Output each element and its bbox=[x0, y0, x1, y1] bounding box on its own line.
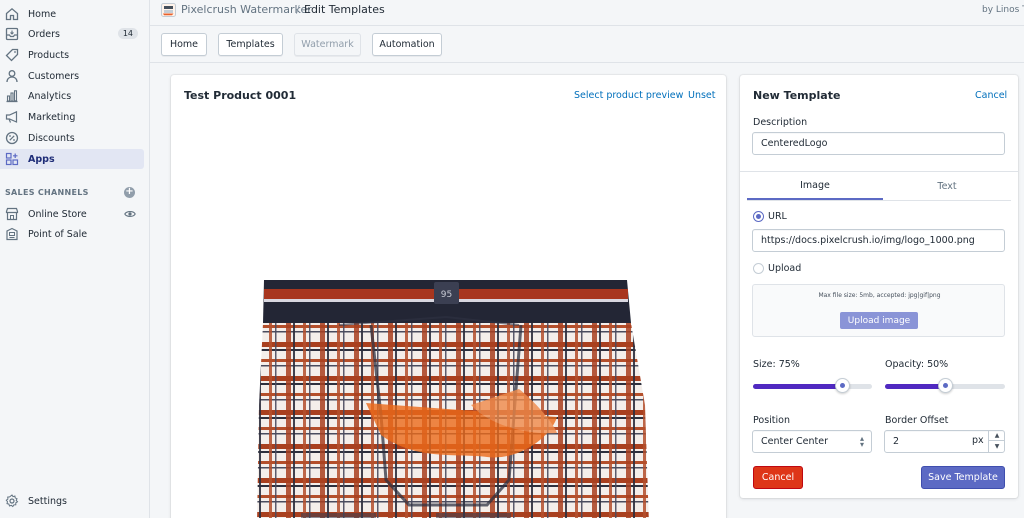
sidebar-item-orders[interactable]: Orders 14 bbox=[0, 24, 144, 44]
sidebar-item-products[interactable]: Products bbox=[0, 45, 144, 65]
tab-home[interactable]: Home bbox=[161, 33, 207, 56]
tag-icon bbox=[4, 48, 19, 63]
stepper-up-icon[interactable]: ▲ bbox=[989, 430, 1005, 441]
sidebar-item-label: Point of Sale bbox=[28, 228, 88, 240]
divider bbox=[150, 62, 1024, 63]
position-select-value: Center Center bbox=[761, 436, 828, 447]
sidebar-item-discounts[interactable]: Discounts bbox=[0, 128, 144, 148]
sidebar-item-label: Analytics bbox=[28, 90, 72, 102]
sidebar-item-label: Marketing bbox=[28, 111, 76, 123]
border-offset-unit: px bbox=[972, 435, 984, 446]
border-offset-label: Border Offset bbox=[885, 415, 949, 426]
sidebar-item-point-of-sale[interactable]: Point of Sale bbox=[0, 224, 144, 244]
gear-icon bbox=[4, 494, 19, 509]
description-input[interactable] bbox=[752, 132, 1005, 155]
border-offset-input[interactable] bbox=[884, 430, 1005, 453]
divider bbox=[747, 200, 1011, 201]
form-title: New Template bbox=[753, 89, 841, 102]
product-preview-image: 95 bbox=[257, 280, 649, 518]
person-icon bbox=[4, 69, 19, 84]
sidebar-item-analytics[interactable]: Analytics bbox=[0, 86, 144, 106]
pixelcrush-logo-icon bbox=[161, 3, 176, 17]
upload-radio[interactable] bbox=[753, 263, 764, 274]
breadcrumb-separator: / bbox=[296, 3, 300, 16]
home-icon bbox=[4, 7, 19, 22]
sidebar-item-apps[interactable]: Apps bbox=[0, 149, 144, 169]
position-label: Position bbox=[753, 415, 790, 426]
sidebar-item-label: Settings bbox=[28, 495, 67, 507]
opacity-label: Opacity: 50% bbox=[885, 359, 949, 370]
sidebar-item-online-store[interactable]: Online Store bbox=[0, 204, 144, 224]
upload-dropzone[interactable]: Max file size: 5mb, accepted: jpg|gif|pn… bbox=[752, 284, 1005, 337]
discount-icon bbox=[4, 131, 19, 146]
breadcrumb-app-name[interactable]: Pixelcrush Watermarker bbox=[181, 3, 312, 16]
slider-thumb[interactable] bbox=[835, 378, 851, 393]
sidebar-item-label: Online Store bbox=[28, 208, 87, 220]
apps-icon bbox=[4, 152, 19, 167]
url-radio[interactable] bbox=[753, 211, 764, 222]
sidebar-item-label: Home bbox=[28, 8, 57, 20]
sidebar-item-marketing[interactable]: Marketing bbox=[0, 107, 144, 127]
stepper-down-icon[interactable]: ▼ bbox=[989, 441, 1005, 452]
upload-image-button[interactable]: Upload image bbox=[840, 312, 918, 329]
upload-label: Upload bbox=[768, 263, 802, 274]
cancel-button[interactable]: Cancel bbox=[753, 466, 803, 489]
sidebar: Home Orders 14 Products Customers Analyt… bbox=[0, 0, 150, 518]
orders-count-badge: 14 bbox=[117, 28, 138, 39]
size-label: Size: 75% bbox=[753, 359, 800, 370]
slider-fill bbox=[753, 384, 843, 389]
slider-thumb[interactable] bbox=[938, 378, 953, 393]
sidebar-item-customers[interactable]: Customers bbox=[0, 66, 144, 86]
unset-preview-link[interactable]: Unset bbox=[688, 90, 716, 101]
divider bbox=[740, 171, 1018, 172]
preview-title: Test Product 0001 bbox=[184, 89, 297, 102]
eye-icon[interactable] bbox=[124, 209, 136, 219]
developer-byline: by Linos T bbox=[982, 5, 1024, 15]
url-input[interactable] bbox=[752, 229, 1005, 252]
url-label: URL bbox=[768, 211, 787, 222]
tab-watermark: Watermark bbox=[294, 33, 361, 56]
sidebar-item-label: Orders bbox=[28, 28, 60, 40]
pos-icon bbox=[4, 227, 19, 242]
select-chevron-icon: ▴ ▾ bbox=[859, 434, 864, 449]
tab-automation[interactable]: Automation bbox=[372, 33, 442, 56]
megaphone-icon bbox=[4, 110, 19, 125]
bar-chart-icon bbox=[4, 89, 19, 104]
orders-icon bbox=[4, 27, 19, 42]
slider-fill bbox=[885, 384, 945, 389]
save-template-button[interactable]: Save Template bbox=[921, 466, 1005, 489]
sidebar-item-home[interactable]: Home bbox=[0, 4, 144, 24]
app-header: Pixelcrush Watermarker / Edit Templates … bbox=[150, 0, 1024, 26]
description-label: Description bbox=[753, 117, 808, 128]
svg-text:95: 95 bbox=[441, 290, 452, 300]
position-select[interactable]: Center Center ▴ ▾ bbox=[752, 430, 872, 453]
opacity-slider[interactable] bbox=[885, 378, 1005, 393]
tab-templates[interactable]: Templates bbox=[218, 33, 283, 56]
cancel-link[interactable]: Cancel bbox=[975, 90, 1007, 101]
sidebar-item-label: Products bbox=[28, 49, 70, 61]
store-icon bbox=[4, 207, 19, 222]
select-product-preview-link[interactable]: Select product preview bbox=[574, 90, 683, 101]
sidebar-item-label: Discounts bbox=[28, 132, 75, 144]
sidebar-item-settings[interactable]: Settings bbox=[0, 491, 144, 511]
size-slider[interactable] bbox=[753, 378, 872, 393]
sidebar-item-label: Apps bbox=[28, 153, 55, 165]
sidebar-item-label: Customers bbox=[28, 70, 80, 82]
page-title: Edit Templates bbox=[304, 3, 385, 16]
add-sales-channel-icon[interactable]: + bbox=[124, 187, 135, 198]
sales-channels-heading: SALES CHANNELS bbox=[5, 188, 89, 197]
upload-note: Max file size: 5mb, accepted: jpg|gif|pn… bbox=[818, 292, 941, 299]
product-preview-card: Test Product 0001 Select product preview… bbox=[171, 75, 726, 518]
border-offset-stepper[interactable]: ▲ ▼ bbox=[988, 430, 1005, 453]
tab-text[interactable]: Text bbox=[883, 173, 1011, 200]
tab-image[interactable]: Image bbox=[747, 173, 883, 200]
